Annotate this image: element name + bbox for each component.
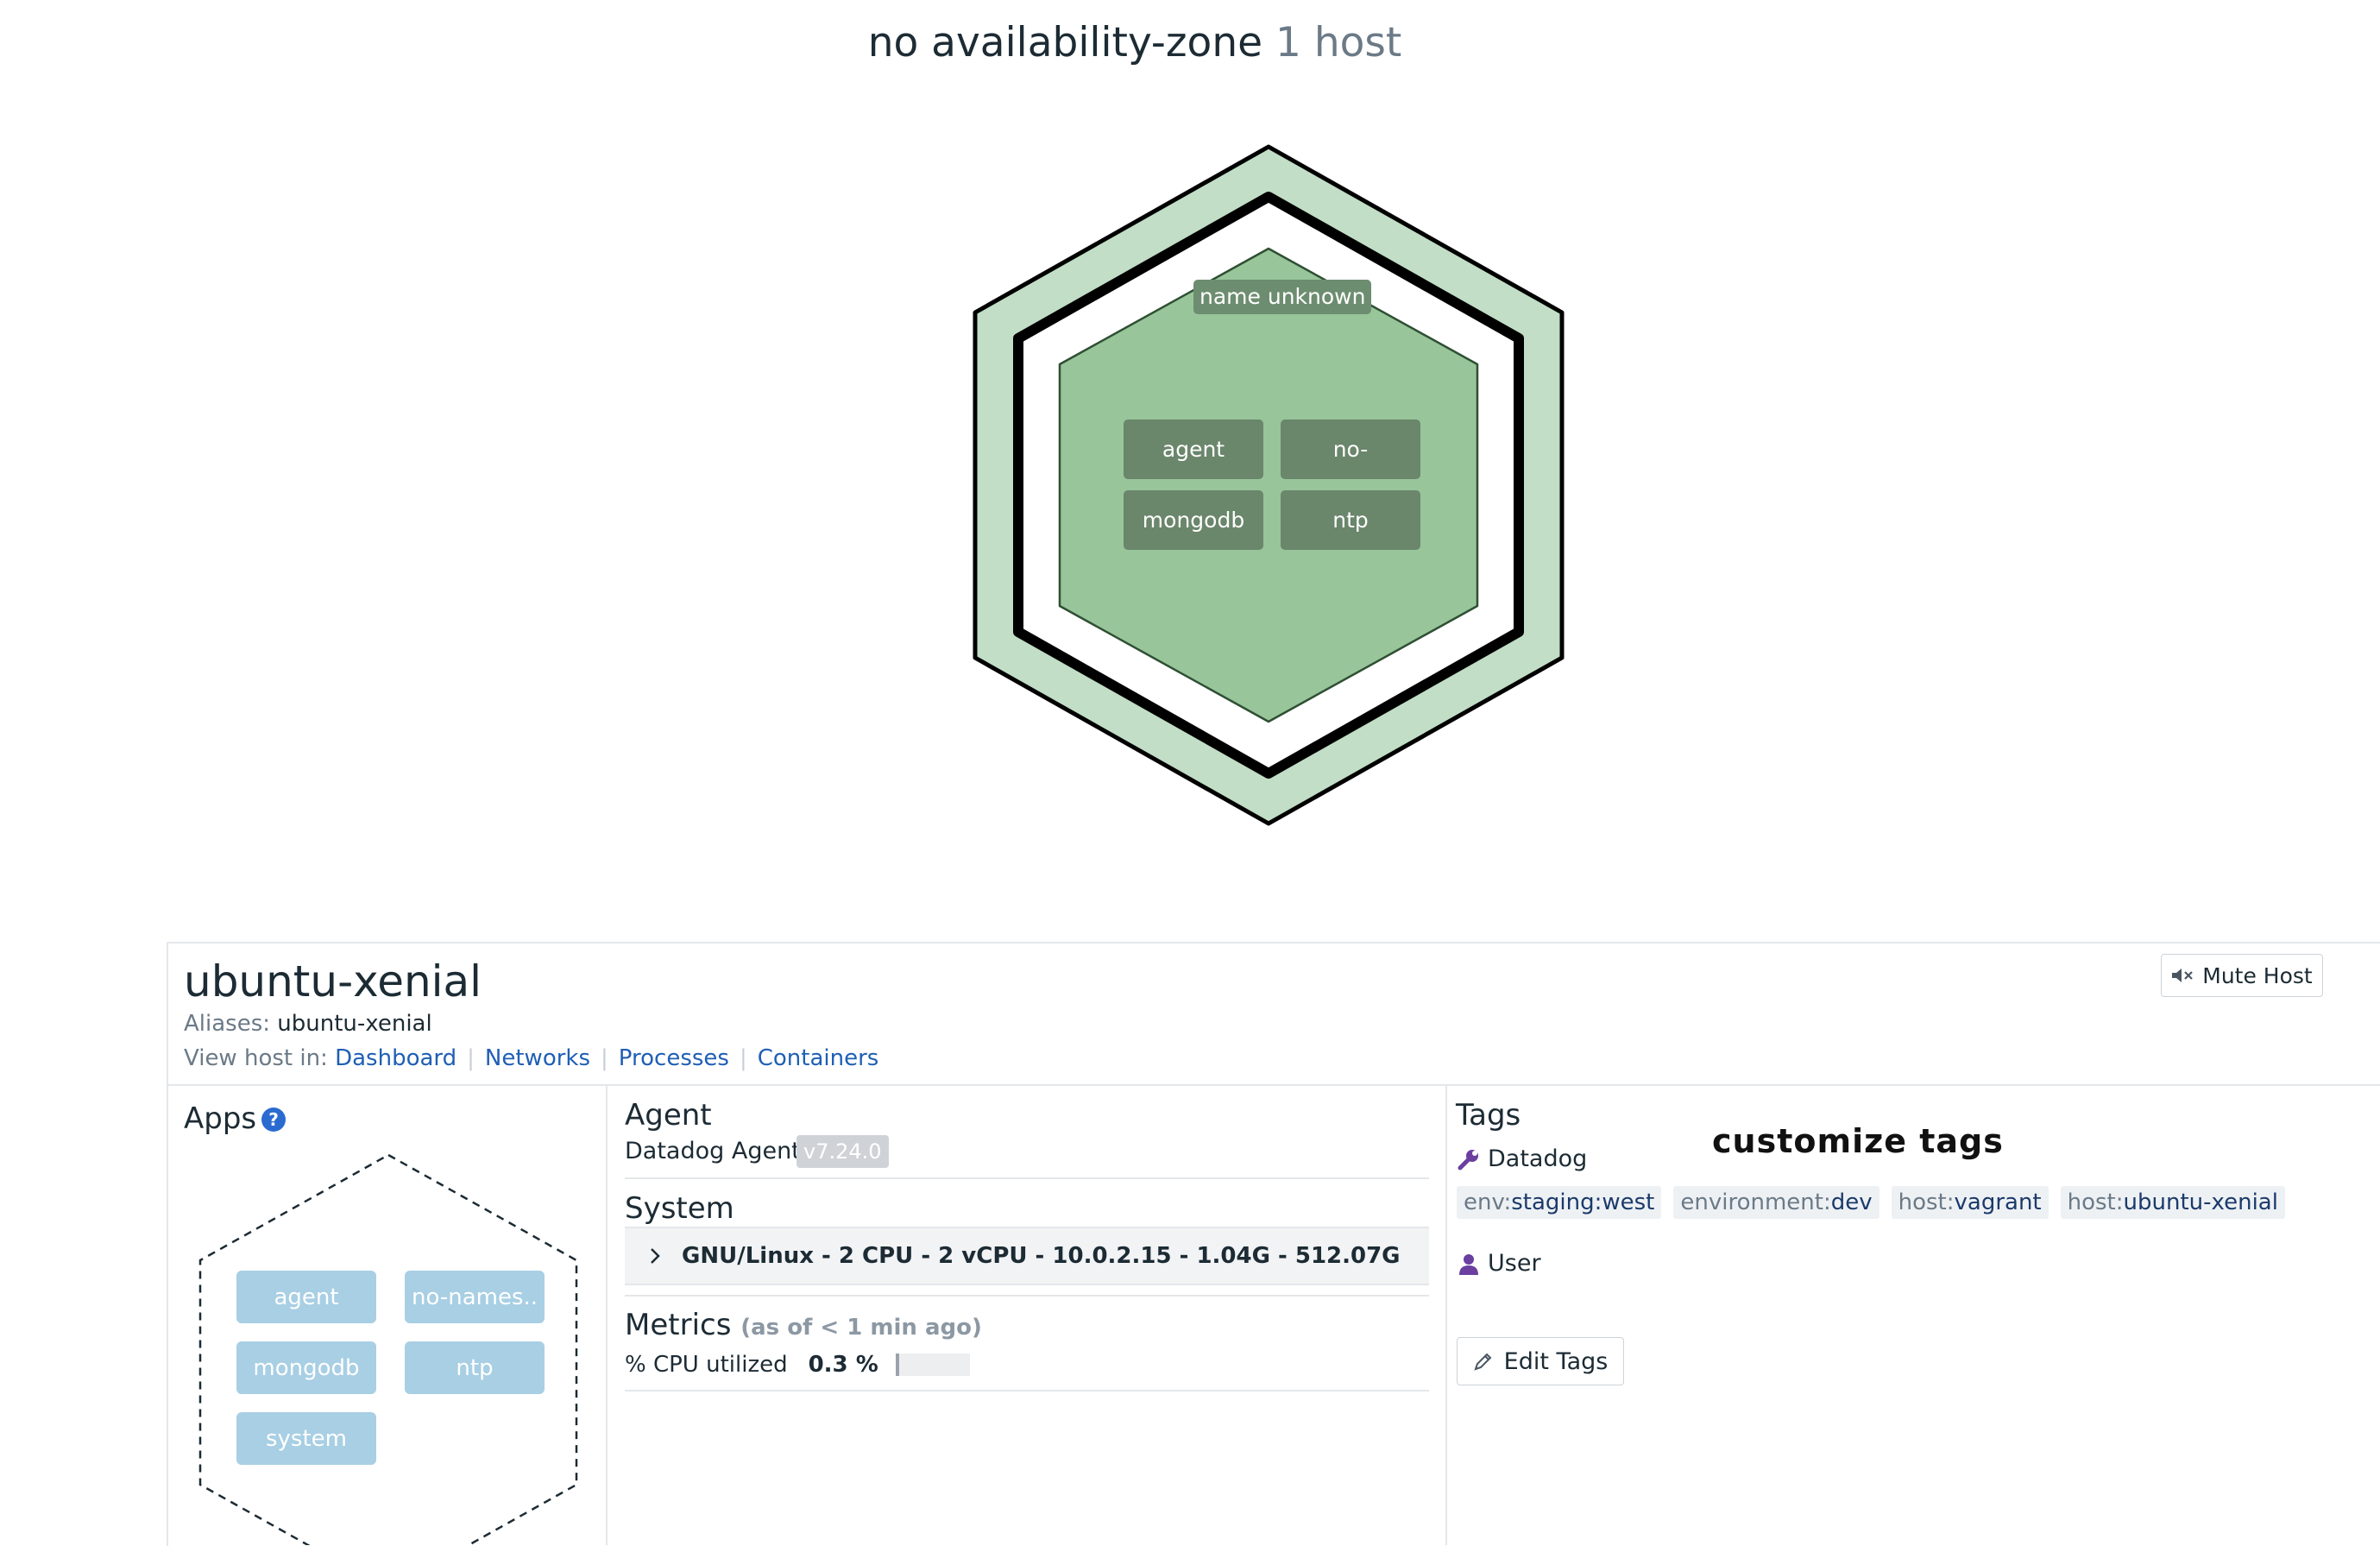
link-separator: | [739, 1045, 747, 1071]
app-pill-mongodb[interactable]: mongodb [236, 1341, 376, 1394]
tag-value: dev [1830, 1189, 1873, 1215]
zone-name: no availability-zone [867, 19, 1263, 66]
tag-value: vagrant [1954, 1189, 2042, 1215]
tag-value: staging:west [1511, 1189, 1655, 1215]
wrench-icon [1458, 1149, 1478, 1170]
edit-tags-label: Edit Tags [1503, 1347, 1609, 1375]
aliases-value: ubuntu-xenial [277, 1011, 432, 1037]
host-hexagon[interactable] [966, 138, 1571, 829]
link-dashboard[interactable]: Dashboard [335, 1045, 456, 1071]
tag-key: environment: [1680, 1189, 1831, 1215]
app-pill-agent[interactable]: agent [236, 1271, 376, 1323]
app-pill-ntp[interactable]: ntp [405, 1341, 545, 1394]
metrics-title: Metrics (as of < 1 min ago) [625, 1308, 982, 1342]
tag-source-user: User [1457, 1250, 1541, 1277]
link-containers[interactable]: Containers [758, 1045, 879, 1071]
metrics-title-text: Metrics [625, 1308, 732, 1342]
cpu-bar-fill [895, 1354, 899, 1376]
tag-chip[interactable]: host:ubuntu-xenial [2060, 1186, 2285, 1219]
divider [1445, 1086, 1447, 1545]
link-networks[interactable]: Networks [485, 1045, 590, 1071]
app-pill-no-namespace[interactable]: no-names.. [405, 1271, 545, 1323]
tag-source-datadog: Datadog [1457, 1145, 1587, 1172]
mute-host-label: Mute Host [2202, 962, 2313, 988]
link-separator: | [467, 1045, 475, 1071]
link-separator: | [601, 1045, 608, 1071]
tag-key: host: [2067, 1189, 2124, 1215]
divider [625, 1177, 1429, 1179]
tags-title: Tags [1456, 1098, 1521, 1133]
app-pill-system[interactable]: system [236, 1412, 376, 1465]
tag-list: env:staging:west environment:dev host:va… [1457, 1186, 2285, 1219]
zone-host-count: 1 host [1275, 19, 1402, 66]
divider [625, 1390, 1429, 1391]
system-summary-row[interactable]: GNU/Linux - 2 CPU - 2 vCPU - 10.0.2.15 -… [625, 1227, 1429, 1285]
agent-title: Agent [625, 1098, 712, 1133]
tag-chip[interactable]: host:vagrant [1891, 1186, 2049, 1219]
mute-speaker-icon [2172, 969, 2194, 982]
pencil-icon [1474, 1353, 1492, 1371]
user-label: User [1488, 1250, 1541, 1277]
hex-app-tile: no- [1281, 420, 1420, 479]
tag-value: ubuntu-xenial [2123, 1189, 2278, 1215]
system-summary-text: GNU/Linux - 2 CPU - 2 vCPU - 10.0.2.15 -… [682, 1243, 1401, 1269]
host-aliases: Aliases: ubuntu-xenial [184, 1011, 432, 1037]
help-icon[interactable]: ? [261, 1107, 286, 1132]
tag-chip[interactable]: environment:dev [1673, 1186, 1879, 1219]
chevron-right-icon [651, 1248, 660, 1264]
tag-chip[interactable]: env:staging:west [1457, 1186, 1662, 1219]
tag-key: env: [1464, 1189, 1512, 1215]
view-host-links: View host in: Dashboard | Networks | Process… [184, 1045, 878, 1071]
user-icon [1459, 1253, 1478, 1275]
aliases-label: Aliases: [184, 1011, 271, 1037]
agent-label: Datadog Agent: [625, 1138, 809, 1164]
divider [625, 1295, 1429, 1297]
agent-version-badge: v7.24.0 [796, 1135, 889, 1168]
divider [167, 1084, 2380, 1086]
metrics-subtitle: (as of < 1 min ago) [740, 1315, 982, 1341]
hex-app-tile: agent [1124, 420, 1263, 479]
system-title: System [625, 1191, 734, 1226]
datadog-label: Datadog [1488, 1145, 1588, 1172]
apps-title: Apps [184, 1101, 257, 1136]
host-name: ubuntu-xenial [184, 956, 482, 1006]
hex-app-tile: mongodb [1124, 490, 1263, 550]
divider [606, 1086, 608, 1545]
mute-host-button[interactable]: Mute Host [2161, 954, 2323, 997]
edit-tags-button[interactable]: Edit Tags [1457, 1337, 1624, 1385]
hex-host-label: name unknown [1193, 280, 1372, 314]
hex-outer [1269, 138, 1571, 145]
cpu-value: 0.3 % [808, 1352, 878, 1378]
view-host-label: View host in: [184, 1045, 328, 1071]
cpu-label: % CPU utilized [625, 1352, 788, 1378]
hex-app-tile: ntp [1281, 490, 1420, 550]
tag-key: host: [1898, 1189, 1955, 1215]
customize-tags-annotation: customize tags [1712, 1122, 2004, 1160]
link-processes[interactable]: Processes [619, 1045, 729, 1071]
panel-border-top [167, 942, 2380, 943]
cpu-bar [895, 1354, 970, 1376]
cpu-metric-row: % CPU utilized 0.3 % [625, 1352, 970, 1378]
panel-border-left [167, 942, 168, 1546]
zone-title: no availability-zone 1 host [0, 19, 2270, 66]
